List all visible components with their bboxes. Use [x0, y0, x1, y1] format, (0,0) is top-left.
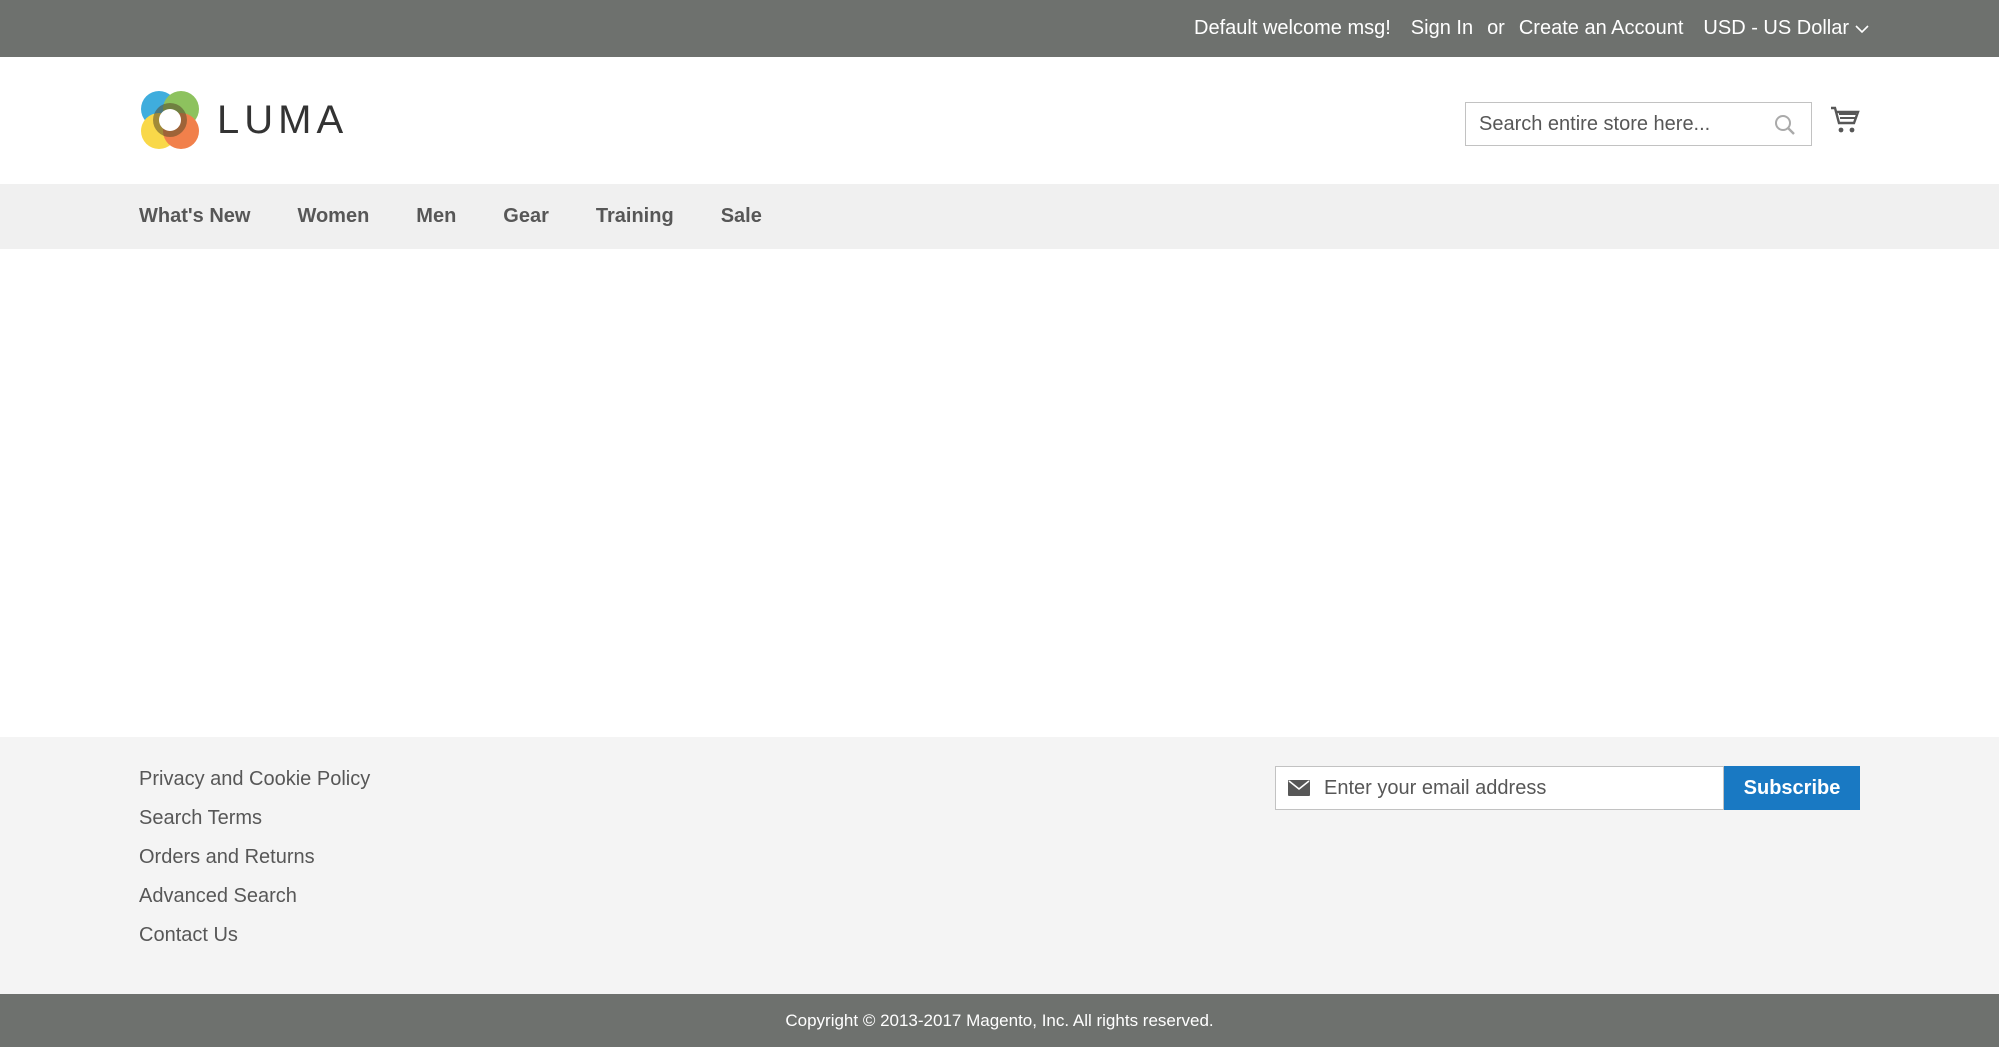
footer-link-privacy[interactable]: Privacy and Cookie Policy	[139, 767, 370, 806]
search-icon[interactable]	[1773, 113, 1797, 137]
logo-text: LUMA	[217, 97, 349, 142]
chevron-down-icon	[1855, 24, 1869, 33]
currency-label: USD - US Dollar	[1703, 17, 1849, 39]
copyright-text: Copyright © 2013-2017 Magento, Inc. All …	[785, 1010, 1214, 1030]
footer: Privacy and Cookie Policy Search Terms O…	[0, 737, 1999, 994]
newsletter-form: Subscribe	[1275, 766, 1860, 810]
footer-links: Privacy and Cookie Policy Search Terms O…	[139, 767, 370, 962]
logo[interactable]: LUMA	[139, 89, 348, 151]
search-box[interactable]	[1465, 102, 1812, 146]
sign-in-link[interactable]: Sign In	[1411, 17, 1473, 40]
nav-item-women[interactable]: Women	[297, 205, 369, 228]
footer-link-search-terms[interactable]: Search Terms	[139, 806, 370, 845]
top-bar: Default welcome msg! Sign In or Create a…	[0, 0, 1999, 57]
create-account-link[interactable]: Create an Account	[1519, 17, 1684, 40]
or-text: or	[1487, 17, 1505, 39]
footer-link-contact-us[interactable]: Contact Us	[139, 923, 370, 962]
cart-icon[interactable]	[1830, 105, 1860, 135]
footer-link-advanced-search[interactable]: Advanced Search	[139, 884, 370, 923]
header: LUMA	[0, 57, 1999, 184]
currency-switcher[interactable]: USD - US Dollar	[1703, 17, 1869, 40]
envelope-icon	[1288, 780, 1310, 796]
luma-logo-icon	[141, 91, 199, 149]
nav-item-training[interactable]: Training	[596, 205, 674, 228]
welcome-message: Default welcome msg!	[1194, 17, 1391, 39]
nav-item-men[interactable]: Men	[416, 205, 456, 228]
search-input[interactable]	[1479, 112, 1769, 136]
main-navigation: What's New Women Men Gear Training Sale	[0, 184, 1999, 249]
nav-item-sale[interactable]: Sale	[721, 205, 762, 228]
nav-item-whats-new[interactable]: What's New	[139, 205, 250, 228]
subscribe-button[interactable]: Subscribe	[1724, 766, 1860, 810]
newsletter-email-input[interactable]	[1324, 776, 1704, 800]
footer-link-orders-returns[interactable]: Orders and Returns	[139, 845, 370, 884]
copyright-bar: Copyright © 2013-2017 Magento, Inc. All …	[0, 994, 1999, 1047]
newsletter-field[interactable]	[1275, 766, 1724, 810]
nav-item-gear[interactable]: Gear	[503, 205, 549, 228]
